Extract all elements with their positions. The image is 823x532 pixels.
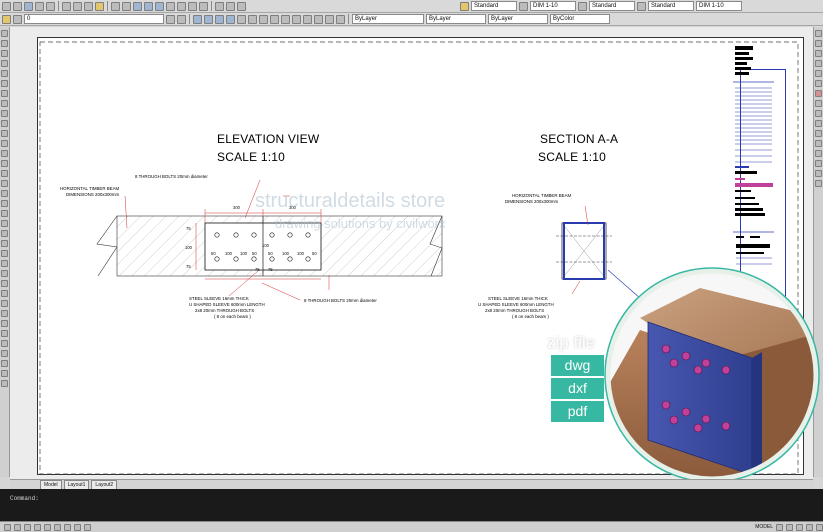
- section-sleeve-line4: ( 8 on each beam ): [512, 314, 549, 319]
- elevation-title: ELEVATION VIEW: [217, 132, 320, 146]
- beam-note-line2: DIMENSIONS 200x300mm: [66, 192, 120, 197]
- dim-50-a: 50: [211, 251, 216, 256]
- dwg-format-badge[interactable]: dwg: [551, 355, 604, 376]
- annotation-scale-icon[interactable]: [786, 523, 793, 531]
- render-magnifier: [604, 267, 820, 483]
- bolts-note-bottom: 8 THROUGH BOLTS 20mm diameter: [304, 298, 377, 303]
- dxf-format-badge[interactable]: dxf: [551, 378, 604, 399]
- otrack-icon[interactable]: [54, 523, 61, 531]
- dim-100-right: 100: [282, 251, 289, 256]
- sleeve-note-line2: U SHAPED SLEEVE 600mm LENGTH: [189, 302, 265, 307]
- zip-file-label: zip file: [547, 333, 596, 352]
- dim-50-d: 50: [312, 251, 317, 256]
- dim-100-right2: 100: [297, 251, 304, 256]
- bolts-note-top: 8 THROUGH BOLTS 20mm diameter: [135, 174, 208, 179]
- layout-tabs: Model Layout1 Layout2: [10, 479, 813, 489]
- section-title: SECTION A-A: [540, 132, 619, 146]
- section-sleeve-line2: U SHAPED SLEEVE 600mm LENGTH: [478, 302, 554, 307]
- clean-screen-icon[interactable]: [816, 523, 823, 531]
- watermark-subtitle: drawing solutions by civilworx: [275, 216, 446, 231]
- dim-75-b: 75: [268, 267, 273, 272]
- elevation-scale: SCALE 1:10: [217, 150, 286, 164]
- watermark-title: structuraldetails store: [255, 190, 446, 212]
- osnap-icon[interactable]: [44, 523, 51, 531]
- sleeve-note-line1: STEEL SLEEVE 16mm THICK: [189, 296, 249, 301]
- dim-75-a: 75: [255, 267, 260, 272]
- title-block-content: [733, 46, 774, 265]
- dim-100-left2: 100: [240, 251, 247, 256]
- section-scale: SCALE 1:10: [538, 150, 607, 164]
- status-bar: MODEL: [0, 521, 823, 532]
- tab-layout1[interactable]: Layout1: [63, 480, 90, 489]
- tab-model[interactable]: Model: [40, 480, 62, 489]
- dim-100-left: 100: [225, 251, 232, 256]
- dim-50-c: 50: [268, 251, 273, 256]
- dim-50-b: 50: [252, 251, 257, 256]
- tab-layout2[interactable]: Layout2: [91, 480, 118, 489]
- cad-application: Standard DIM 1-10 Standard Standard DIM …: [0, 0, 823, 532]
- command-prompt[interactable]: Command:: [10, 495, 39, 502]
- ducs-icon[interactable]: [64, 523, 71, 531]
- sleeve-note-line3: 2x8 20mm THROUGH BOLTS: [195, 308, 255, 313]
- dim-300-left: 300: [233, 205, 240, 210]
- dim-100-center: 100: [262, 243, 269, 248]
- model-space-indicator[interactable]: MODEL: [755, 524, 773, 530]
- lock-icon[interactable]: [806, 523, 813, 531]
- quick-view-icon[interactable]: [776, 523, 783, 531]
- snap-icon[interactable]: [4, 523, 11, 531]
- dim-vertical-75-bottom: 75: [186, 264, 191, 269]
- polar-icon[interactable]: [34, 523, 41, 531]
- grid-icon[interactable]: [14, 523, 21, 531]
- section-view: [556, 205, 612, 295]
- dyn-icon[interactable]: [74, 523, 81, 531]
- cad-linework: [39, 41, 820, 483]
- section-sleeve-line3: 2x8 20mm THROUGH BOLTS: [485, 308, 545, 313]
- beam-note-line1: HORIZONTAL TIMBER BEAM: [60, 186, 120, 191]
- lineweight-toggle-icon[interactable]: [84, 523, 91, 531]
- workspace-switch-icon[interactable]: [796, 523, 803, 531]
- pdf-format-badge[interactable]: pdf: [551, 401, 604, 422]
- section-beam-note-line1: HORIZONTAL TIMBER BEAM: [512, 193, 572, 198]
- section-beam-note-line2: DIMENSIONS 200x300mm: [505, 199, 559, 204]
- command-window[interactable]: Command:: [0, 489, 823, 521]
- dim-vertical-75-top: 75: [186, 226, 191, 231]
- ortho-icon[interactable]: [24, 523, 31, 531]
- sleeve-note-line4: ( 8 on each beam ): [214, 314, 251, 319]
- section-sleeve-line1: STEEL SLEEVE 16mm THICK: [488, 296, 548, 301]
- dim-vertical-100: 100: [185, 245, 192, 250]
